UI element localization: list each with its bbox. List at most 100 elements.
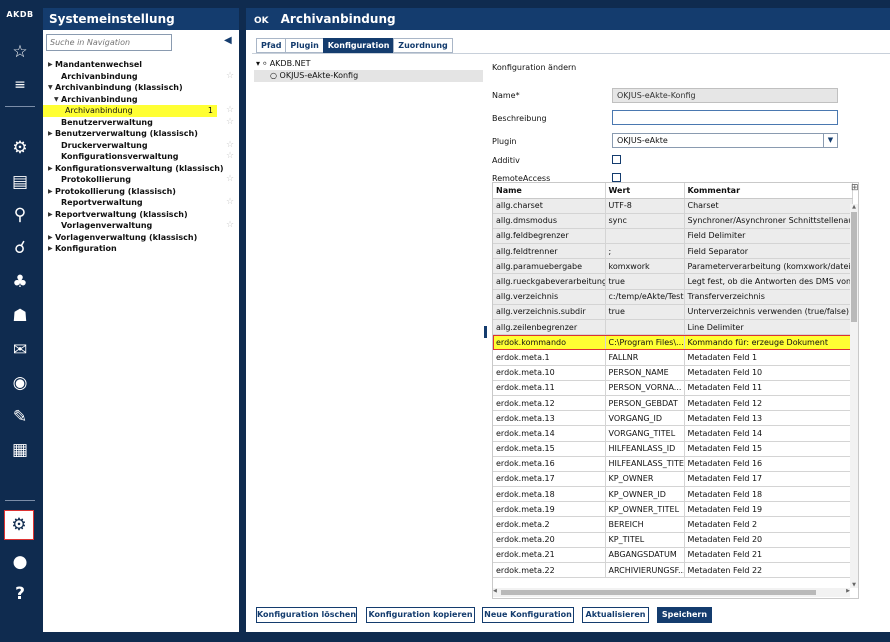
table-row[interactable]: erdok.meta.1 FALLNR Metadaten Feld 1 bbox=[493, 349, 853, 366]
cell-kommentar[interactable]: Metadaten Feld 22 bbox=[684, 562, 853, 579]
copy-config-button[interactable]: Konfiguration kopieren bbox=[366, 607, 475, 623]
hscrollbar-thumb[interactable] bbox=[501, 590, 816, 595]
chevron-down-icon[interactable]: ▼ bbox=[823, 134, 837, 147]
cell-name[interactable]: erdok.meta.10 bbox=[493, 365, 606, 381]
user-icon[interactable]: ● bbox=[6, 550, 34, 574]
splitter-handle[interactable] bbox=[484, 326, 487, 338]
cell-wert[interactable]: true bbox=[605, 273, 685, 290]
tab-plugin[interactable]: Plugin bbox=[285, 38, 324, 53]
expand-down-icon[interactable]: ▼ bbox=[54, 94, 59, 106]
cell-name[interactable]: erdok.meta.15 bbox=[493, 441, 606, 457]
cell-kommentar[interactable]: Metadaten Feld 12 bbox=[684, 395, 853, 412]
favorite-star-icon[interactable]: ☆ bbox=[226, 151, 234, 161]
delete-config-button[interactable]: Konfiguration löschen bbox=[256, 607, 357, 623]
cell-wert[interactable]: PERSON_NAME bbox=[605, 365, 685, 381]
cell-wert[interactable]: ARCHIVIERUNGSF... bbox=[605, 562, 685, 579]
table-row[interactable]: allg.verzeichnis.subdir true Unterverzeich… bbox=[493, 304, 853, 321]
nav-item[interactable]: Vorlagenverwaltung bbox=[43, 220, 239, 232]
table-row[interactable]: erdok.meta.17 KP_OWNER Metadaten Feld 17 bbox=[493, 471, 853, 488]
cell-wert[interactable]: BEREICH bbox=[605, 516, 685, 533]
table-row[interactable]: allg.feldbegrenzer Field Delimiter bbox=[493, 228, 853, 245]
cell-name[interactable]: erdok.meta.20 bbox=[493, 532, 606, 548]
nav-item[interactable]: ▼ Archivanbindung (klassisch) bbox=[43, 82, 239, 94]
scroll-up-icon[interactable]: ▲ bbox=[850, 204, 858, 210]
cell-kommentar[interactable]: Charset bbox=[684, 198, 853, 214]
column-header-name[interactable]: Name bbox=[493, 183, 606, 199]
cell-kommentar[interactable]: Field Separator bbox=[684, 243, 853, 260]
cell-name[interactable]: erdok.meta.21 bbox=[493, 547, 606, 564]
new-config-button[interactable]: Neue Konfiguration bbox=[482, 607, 574, 623]
beschreibung-field[interactable] bbox=[612, 110, 838, 125]
table-row[interactable]: erdok.meta.11 PERSON_VORNA... Metadaten Fe… bbox=[493, 380, 853, 396]
cell-wert[interactable]: c:/temp/eAkte/Test bbox=[605, 289, 685, 305]
column-header-wert[interactable]: Wert bbox=[605, 183, 685, 199]
cell-kommentar[interactable]: Metadaten Feld 18 bbox=[684, 486, 853, 503]
star-icon[interactable]: ☆ bbox=[6, 40, 34, 64]
expand-right-icon[interactable]: ▶ bbox=[48, 186, 53, 198]
nav-item[interactable]: ▶ Benutzerverwaltung (klassisch) bbox=[43, 128, 239, 140]
expand-down-icon[interactable]: ▾ ⸰ bbox=[256, 59, 270, 68]
table-horizontal-scrollbar[interactable]: ◀ ▶ bbox=[493, 588, 850, 597]
favorite-star-icon[interactable]: ☆ bbox=[226, 197, 234, 207]
cell-kommentar[interactable]: Unterverzeichnis verwenden (true/false) bbox=[684, 304, 853, 321]
cell-wert[interactable]: VORGANG_TITEL bbox=[605, 425, 685, 442]
nav-item[interactable]: Reportverwaltung bbox=[43, 197, 239, 209]
cell-name[interactable]: erdok.meta.22 bbox=[493, 562, 606, 579]
cell-kommentar[interactable]: Metadaten Feld 21 bbox=[684, 547, 853, 564]
cell-wert[interactable]: komxwork bbox=[605, 258, 685, 275]
nav-item[interactable]: ▼ Archivanbindung bbox=[43, 94, 239, 106]
favorite-star-icon[interactable]: ☆ bbox=[226, 105, 234, 115]
cell-kommentar[interactable]: Field Delimiter bbox=[684, 228, 853, 245]
additiv-checkbox[interactable] bbox=[612, 155, 621, 164]
cell-name[interactable]: erdok.meta.2 bbox=[493, 516, 606, 533]
collapse-left-icon[interactable]: ◀ bbox=[224, 35, 232, 46]
cell-kommentar[interactable]: Metadaten Feld 17 bbox=[684, 471, 853, 488]
cell-name[interactable]: erdok.meta.17 bbox=[493, 471, 606, 488]
cell-wert[interactable]: ABGANGSDATUM bbox=[605, 547, 685, 564]
scroll-down-icon[interactable]: ▼ bbox=[850, 582, 858, 588]
cell-wert[interactable]: UTF-8 bbox=[605, 198, 685, 214]
favorite-star-icon[interactable]: ☆ bbox=[226, 71, 234, 81]
favorite-star-icon[interactable]: ☆ bbox=[226, 140, 234, 150]
nav-item[interactable]: ▶ Reportverwaltung (klassisch) bbox=[43, 209, 239, 221]
favorite-star-icon[interactable]: ☆ bbox=[226, 174, 234, 184]
table-row[interactable]: allg.verzeichnis c:/temp/eAkte/Test Transf… bbox=[493, 289, 853, 305]
cell-kommentar[interactable]: Metadaten Feld 14 bbox=[684, 425, 853, 442]
scrollbar-thumb[interactable] bbox=[851, 212, 857, 322]
cell-name[interactable]: erdok.meta.1 bbox=[493, 349, 606, 366]
nav-search-input[interactable] bbox=[46, 34, 172, 51]
nav-item[interactable]: ▶ Vorlagenverwaltung (klassisch) bbox=[43, 232, 239, 244]
nav-item[interactable]: ▶ Konfiguration bbox=[43, 243, 239, 255]
cell-kommentar[interactable]: Synchroner/Asynchroner Schnittstellenauf… bbox=[684, 213, 853, 229]
nav-item[interactable]: Benutzerverwaltung bbox=[43, 117, 239, 129]
user-edit-icon[interactable]: ✎ bbox=[6, 405, 34, 429]
cell-kommentar[interactable]: Metadaten Feld 19 bbox=[684, 501, 853, 518]
cell-name[interactable]: erdok.meta.11 bbox=[493, 380, 606, 396]
favorite-star-icon[interactable]: ☆ bbox=[226, 220, 234, 230]
document-settings-icon[interactable]: ▤ bbox=[6, 170, 34, 194]
expand-right-icon[interactable]: ▶ bbox=[48, 163, 53, 175]
cell-wert[interactable] bbox=[605, 319, 685, 336]
cell-name[interactable]: erdok.meta.18 bbox=[493, 486, 606, 503]
column-header-kommentar[interactable]: Kommentar bbox=[684, 183, 853, 199]
nav-item[interactable]: Protokollierung bbox=[43, 174, 239, 186]
cell-kommentar[interactable]: Metadaten Feld 16 bbox=[684, 456, 853, 472]
table-row[interactable]: erdok.meta.14 VORGANG_TITEL Metadaten Feld… bbox=[493, 425, 853, 442]
cell-wert[interactable]: KP_OWNER bbox=[605, 471, 685, 488]
cell-kommentar[interactable]: Metadaten Feld 13 bbox=[684, 410, 853, 427]
cell-name[interactable]: allg.zeilenbegrenzer bbox=[493, 319, 606, 336]
scroll-right-icon[interactable]: ▶ bbox=[846, 588, 850, 594]
tab-zuordnung[interactable]: Zuordnung bbox=[393, 38, 453, 53]
gears-icon[interactable]: ⚙ bbox=[4, 510, 34, 540]
expand-right-icon[interactable]: ▶ bbox=[48, 232, 53, 244]
table-row[interactable]: allg.dmsmodus sync Synchroner/Asynchroner … bbox=[493, 213, 853, 229]
cell-name[interactable]: allg.feldbegrenzer bbox=[493, 228, 606, 245]
target-icon[interactable]: ◉ bbox=[6, 371, 34, 395]
table-row[interactable]: erdok.meta.10 PERSON_NAME Metadaten Feld 1… bbox=[493, 365, 853, 381]
table-vertical-scrollbar[interactable]: ▲ ▼ bbox=[850, 204, 858, 588]
table-row[interactable]: allg.feldtrenner; Field Separator bbox=[493, 243, 853, 260]
cell-wert[interactable]: KP_TITEL bbox=[605, 532, 685, 548]
table-row[interactable]: erdok.meta.13 VORGANG_ID Metadaten Feld 13 bbox=[493, 410, 853, 427]
nav-item[interactable]: ▶ Konfigurationsverwaltung (klassisch) bbox=[43, 163, 239, 175]
cell-wert[interactable]: C:\Program Files\... bbox=[605, 334, 685, 351]
